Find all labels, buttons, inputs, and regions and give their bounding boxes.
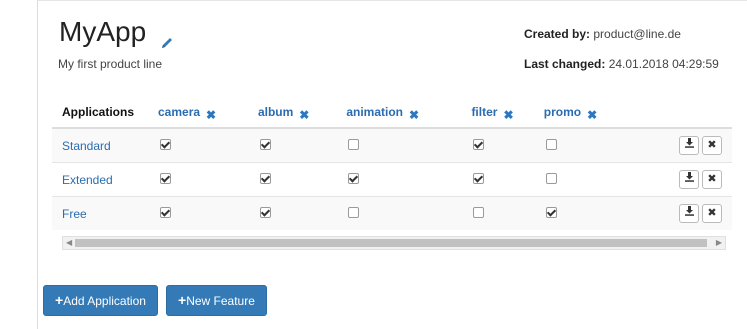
scroll-left-icon[interactable]: ◀ [66,237,72,249]
feature-column-animation: animation ✖ [346,85,472,129]
feature-checkbox[interactable] [160,138,171,150]
feature-column-filter: filter ✖ [471,85,544,129]
application-name-link[interactable]: Extended [52,162,158,197]
download-icon[interactable] [679,136,699,155]
row-actions: ✖ [635,127,732,163]
feature-checkbox[interactable] [473,206,485,218]
feature-cell [257,162,347,197]
created-by: Created by: product@line.de [524,27,681,41]
feature-cell [346,196,472,230]
last-changed: Last changed: 24.01.2018 04:29:59 [524,57,719,71]
applications-column-header: Applications [52,85,158,129]
feature-checkbox[interactable] [473,172,485,184]
feature-cell [158,196,258,230]
plus-icon: + [178,292,187,308]
table-header-row: Applications camera ✖ album ✖ animation ✖ f… [52,85,732,129]
download-icon[interactable] [679,204,699,223]
feature-cell [543,162,636,197]
feature-checkbox[interactable] [348,138,360,150]
application-name-link[interactable]: Free [52,196,158,230]
feature-checkbox[interactable] [259,138,271,150]
delete-icon[interactable]: ✖ [702,170,722,189]
table-row: Standard ✖ [52,127,732,163]
feature-column-album: album ✖ [257,85,347,129]
horizontal-scrollbar[interactable]: ◀ ▶ [62,236,726,250]
scroll-right-icon[interactable]: ▶ [716,237,722,249]
table-row: Free ✖ [52,196,732,230]
remove-feature-icon[interactable]: ✖ [299,108,309,122]
pencil-icon[interactable] [160,25,174,48]
last-changed-value: 24.01.2018 04:29:59 [608,57,719,71]
feature-cell [346,127,472,163]
download-icon[interactable] [679,170,699,189]
actions-column-header [635,85,732,129]
feature-checkbox[interactable] [160,206,171,218]
feature-checkbox[interactable] [348,206,360,218]
new-feature-label: New Feature [186,294,255,308]
feature-checkbox[interactable] [259,172,271,184]
plus-icon: + [55,292,64,308]
created-by-value: product@line.de [593,27,681,41]
delete-icon[interactable]: ✖ [702,136,722,155]
page-title: MyApp [59,16,147,47]
row-actions: ✖ [635,162,732,197]
feature-cell [543,196,636,230]
add-application-label: Add Application [63,294,146,308]
feature-checkbox[interactable] [348,172,360,184]
feature-checkbox[interactable] [545,138,557,150]
feature-cell [471,196,544,230]
row-actions: ✖ [635,196,732,230]
page-title-row: MyApp [59,16,174,48]
feature-name: filter [471,105,498,119]
feature-name: album [257,105,294,119]
feature-cell [543,127,636,163]
applications-table: Applications camera ✖ album ✖ animation ✖ f… [52,85,732,230]
feature-cell [158,127,258,163]
feature-checkbox[interactable] [545,172,557,184]
created-by-label: Created by: [524,27,591,41]
remove-feature-icon[interactable]: ✖ [503,108,513,122]
remove-feature-icon[interactable]: ✖ [206,108,216,122]
feature-name: promo [543,105,582,119]
remove-feature-icon[interactable]: ✖ [587,108,597,122]
add-application-button[interactable]: +Add Application [43,285,158,316]
feature-cell [257,127,347,163]
feature-cell [346,162,472,197]
scrollbar-thumb[interactable] [75,239,707,247]
product-line-panel: MyApp My first product line Created by: … [37,0,747,329]
feature-name: camera [158,105,201,119]
feature-checkbox[interactable] [160,172,171,184]
feature-name: animation [346,105,404,119]
feature-cell [158,162,258,197]
feature-column-promo: promo ✖ [543,85,636,129]
delete-icon[interactable]: ✖ [702,204,722,223]
application-name-link[interactable]: Standard [52,127,158,163]
feature-checkbox[interactable] [259,206,271,218]
feature-cell [471,162,544,197]
feature-checkbox[interactable] [473,138,485,150]
table-row: Extended ✖ [52,162,732,197]
feature-column-camera: camera ✖ [158,85,258,129]
feature-cell [471,127,544,163]
feature-checkbox[interactable] [545,206,557,218]
remove-feature-icon[interactable]: ✖ [409,108,419,122]
new-feature-button[interactable]: +New Feature [166,285,267,316]
last-changed-label: Last changed: [524,57,606,71]
feature-cell [257,196,347,230]
product-line-description: My first product line [58,57,163,71]
